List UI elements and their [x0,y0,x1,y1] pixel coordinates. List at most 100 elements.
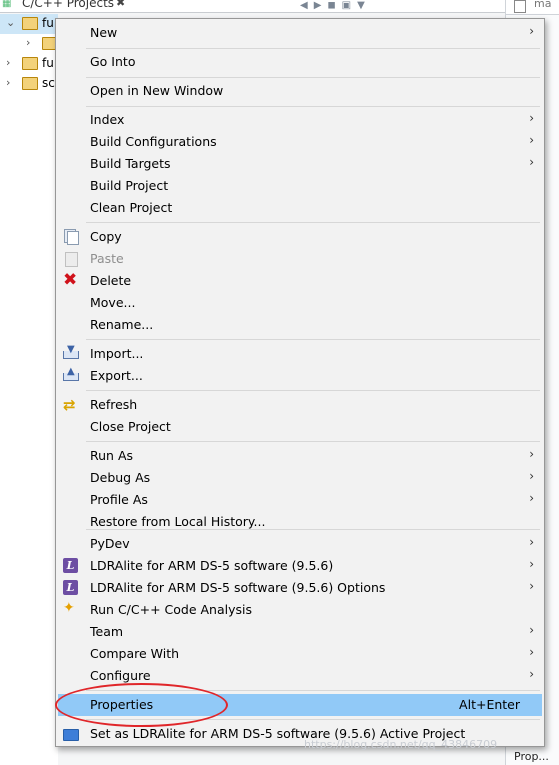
menu-item-open-in-new-window[interactable]: Open in New Window [58,80,542,102]
submenu-arrow-icon: › [529,155,534,169]
submenu-arrow-icon: › [529,133,534,147]
chevron-right-icon[interactable]: › [6,56,10,69]
menu-item-clean-project[interactable]: Clean Project [58,197,542,219]
menu-item-label: Run As [90,448,134,463]
submenu-arrow-icon: › [529,447,534,461]
includes-icon [42,37,56,50]
menu-item-export[interactable]: ▲ Export... [58,365,542,387]
menu-item-label: Build Configurations [90,134,217,149]
view-tab-title[interactable]: C/C++ Projects [22,0,114,10]
menu-item-paste: Paste [58,248,542,270]
project-folder-icon [22,77,38,90]
copy-icon [63,229,79,245]
menu-item-label: LDRAlite for ARM DS-5 software (9.5.6) [90,558,334,573]
menu-item-label: Run C/C++ Code Analysis [90,602,253,617]
code-analysis-icon: ✦ [63,600,75,616]
export-icon: ▲ [63,366,79,384]
chevron-right-icon[interactable]: › [6,76,10,89]
submenu-arrow-icon: › [529,491,534,505]
menu-separator [86,222,540,223]
menu-item-label: Profile As [90,492,148,507]
menu-item-debug-as[interactable]: Debug As › [58,467,542,489]
menu-item-close-project[interactable]: Close Project [58,416,542,438]
menu-item-properties[interactable]: Properties Alt+Enter [58,694,542,716]
cpp-projects-icon: ▦ [2,0,12,9]
menu-item-new[interactable]: New › [58,22,542,44]
menu-item-index[interactable]: Index › [58,109,542,131]
menu-item-refresh[interactable]: ⇄ Refresh [58,394,542,416]
menu-separator [86,390,540,391]
menu-item-copy[interactable]: Copy [58,226,542,248]
tree-item-label: fu [42,56,54,70]
properties-view-tab[interactable]: Prop... [514,750,549,763]
menu-separator [86,106,540,107]
menu-item-build-targets[interactable]: Build Targets › [58,153,542,175]
watermark-text: https://blog.csdn.net/qq_43846709 [304,738,498,751]
submenu-arrow-icon: › [529,623,534,637]
menu-item-label: Properties [90,697,154,712]
menu-item-ldralite-options[interactable]: L LDRAlite for ARM DS-5 software (9.5.6)… [58,577,542,599]
menu-item-label: Delete [90,273,132,288]
menu-item-label: Index [90,112,125,127]
menu-item-label: Open in New Window [90,83,224,98]
tree-item[interactable]: › [0,34,58,54]
import-icon: ▼ [63,344,79,362]
editor-tab-label: ma [534,0,552,10]
menu-item-accelerator: Alt+Enter [459,697,520,712]
menu-item-delete[interactable]: ✖ Delete [58,270,542,292]
chevron-down-icon[interactable]: ⌄ [6,16,15,29]
menu-item-label: Copy [90,229,122,244]
menu-item-move[interactable]: Move... [58,292,542,314]
project-explorer-tab-bar: ▦ C/C++ Projects ✖ ◀▶◼▣▼ [0,0,505,13]
menu-item-build-project[interactable]: Build Project [58,175,542,197]
file-icon [514,0,526,13]
submenu-arrow-icon: › [529,645,534,659]
submenu-arrow-icon: › [529,557,534,571]
menu-item-run-as[interactable]: Run As › [58,445,542,467]
menu-item-label: Team [90,624,124,639]
tree-item-label: fu [42,16,54,30]
menu-item-run-code-analysis[interactable]: ✦ Run C/C++ Code Analysis [58,599,542,621]
menu-item-compare-with[interactable]: Compare With › [58,643,542,665]
menu-item-configure[interactable]: Configure › [58,665,542,687]
tree-item[interactable]: › fu [0,54,58,74]
menu-item-label: Build Targets [90,156,171,171]
menu-separator [86,48,540,49]
menu-separator [86,339,540,340]
view-toolbar-icons[interactable]: ◀▶◼▣▼ [300,0,371,11]
menu-item-label: Export... [90,368,143,383]
menu-item-profile-as[interactable]: Profile As › [58,489,542,511]
submenu-arrow-icon: › [529,579,534,593]
tree-item[interactable]: ⌄ fu [0,14,58,34]
menu-item-label: LDRAlite for ARM DS-5 software (9.5.6) O… [90,580,386,595]
menu-item-build-configurations[interactable]: Build Configurations › [58,131,542,153]
menu-item-label: Paste [90,251,124,266]
menu-item-import[interactable]: ▼ Import... [58,343,542,365]
menu-item-label: Rename... [90,317,154,332]
menu-item-team[interactable]: Team › [58,621,542,643]
menu-item-go-into[interactable]: Go Into [58,51,542,73]
ldra-icon: L [63,580,79,596]
close-icon[interactable]: ✖ [116,0,125,9]
project-folder-icon [22,57,38,70]
menu-item-label: Close Project [90,419,171,434]
editor-tab[interactable]: ma [506,0,559,15]
menu-item-ldralite[interactable]: L LDRAlite for ARM DS-5 software (9.5.6)… [58,555,542,577]
menu-item-pydev[interactable]: PyDev › [58,533,542,555]
menu-item-label: Restore from Local History... [90,514,266,529]
submenu-arrow-icon: › [529,535,534,549]
submenu-arrow-icon: › [529,24,534,38]
menu-item-label: PyDev [90,536,130,551]
ldra-icon: L [63,558,79,574]
menu-item-label: Build Project [90,178,169,193]
menu-item-label: Configure [90,668,151,683]
menu-separator [86,529,540,530]
menu-item-rename[interactable]: Rename... [58,314,542,336]
chevron-right-icon[interactable]: › [26,36,30,49]
tree-item[interactable]: › sc [0,74,58,94]
project-icon [63,726,79,742]
menu-separator [86,441,540,442]
project-folder-icon [22,17,38,30]
project-tree: ⌄ fu › › fu › sc [0,14,58,765]
delete-icon: ✖ [63,270,78,290]
